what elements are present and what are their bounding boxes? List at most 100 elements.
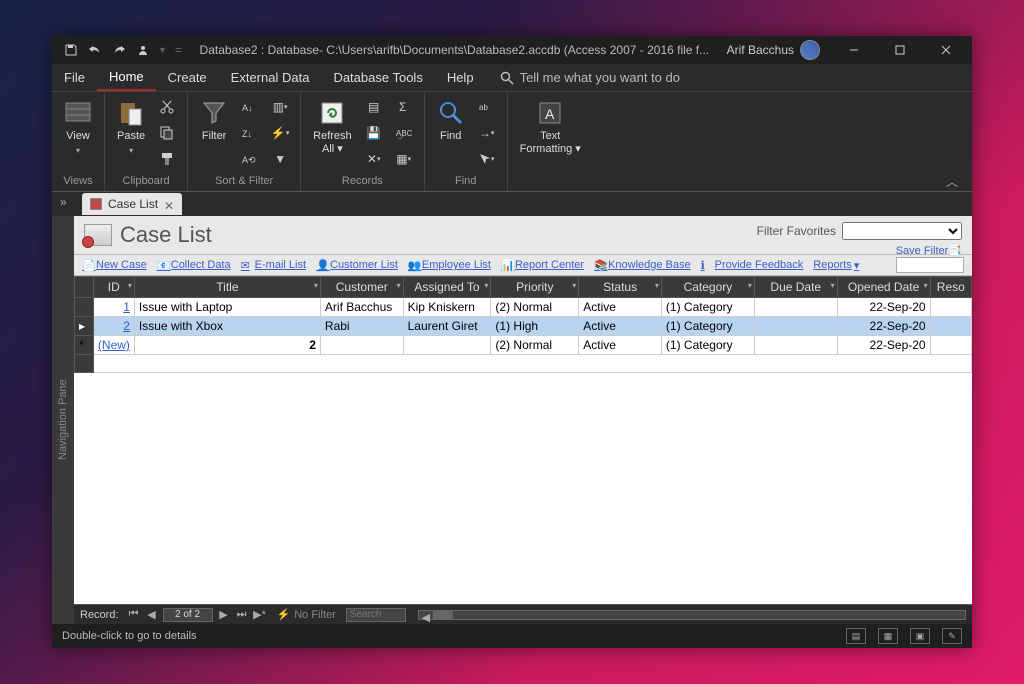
view-icon: [64, 99, 92, 127]
col-priority[interactable]: Priority▾: [491, 277, 579, 298]
collect-data-link[interactable]: 📧Collect Data: [157, 259, 231, 271]
format-painter-icon[interactable]: [155, 148, 179, 170]
refresh-icon: [318, 99, 346, 127]
ribbon: View ▾ Views Paste ▾ Clipboard: [52, 92, 972, 192]
horizontal-scrollbar[interactable]: ◀: [418, 610, 966, 620]
new-case-link[interactable]: 📄New Case: [82, 259, 147, 271]
menu-database-tools[interactable]: Database Tools: [321, 64, 434, 91]
spelling-icon[interactable]: ABC: [392, 122, 416, 144]
form-header: Case List Filter Favorites Save Filter📑: [74, 216, 972, 255]
col-assigned-to[interactable]: Assigned To▾: [403, 277, 491, 298]
table-row[interactable]: ▸ 2 Issue with Xbox Rabi Laurent Giret (…: [75, 317, 972, 336]
svg-text:A↓: A↓: [242, 103, 253, 113]
find-button[interactable]: Find: [433, 96, 469, 146]
last-record-icon[interactable]: ⏭: [235, 608, 249, 622]
col-title[interactable]: Title▾: [134, 277, 320, 298]
menu-create[interactable]: Create: [156, 64, 219, 91]
text-formatting-icon: A: [536, 99, 564, 127]
copy-icon[interactable]: [155, 122, 179, 144]
goto-icon[interactable]: →▾: [475, 122, 499, 144]
delete-record-icon[interactable]: ✕▾: [362, 148, 386, 170]
col-status[interactable]: Status▾: [579, 277, 662, 298]
view-button[interactable]: View ▾: [60, 96, 96, 158]
menu-external-data[interactable]: External Data: [219, 64, 322, 91]
search-icon: [500, 71, 514, 85]
navigation-pane[interactable]: Navigation Pane: [52, 216, 74, 624]
first-record-icon[interactable]: ⏮: [127, 608, 141, 622]
case-list-icon: [84, 224, 112, 246]
employee-list-link[interactable]: 👥Employee List: [408, 259, 491, 271]
maximize-button[interactable]: [880, 36, 920, 64]
save-icon[interactable]: [64, 43, 78, 57]
refresh-all-button[interactable]: Refresh All ▾: [309, 96, 356, 159]
layout-view-icon[interactable]: ▣: [910, 628, 930, 644]
col-opened-date[interactable]: Opened Date▾: [837, 277, 930, 298]
advanced-filter-icon[interactable]: ⚡▾: [268, 122, 292, 144]
filter-button[interactable]: Filter: [196, 96, 232, 146]
totals-icon[interactable]: Σ: [392, 96, 416, 118]
menu-home[interactable]: Home: [97, 64, 156, 91]
col-due-date[interactable]: Due Date▾: [754, 277, 837, 298]
cut-icon[interactable]: [155, 96, 179, 118]
tab-case-list[interactable]: Case List ✕: [82, 193, 182, 215]
sort-desc-icon[interactable]: Z↓: [238, 122, 262, 144]
collapse-ribbon-icon[interactable]: ︿: [946, 173, 964, 185]
form-view-icon[interactable]: ▤: [846, 628, 866, 644]
replace-icon[interactable]: ab: [475, 96, 499, 118]
knowledge-base-link[interactable]: 📚Knowledge Base: [594, 259, 691, 271]
report-center-link[interactable]: 📊Report Center: [501, 259, 584, 271]
email-list-link[interactable]: ✉E-mail List: [241, 259, 306, 271]
selection-filter-icon[interactable]: ▥▾: [268, 96, 292, 118]
expand-nav-icon[interactable]: »: [60, 195, 78, 213]
col-reso[interactable]: Reso: [930, 277, 971, 298]
tell-me-search[interactable]: Tell me what you want to do: [486, 64, 680, 91]
account-area[interactable]: Arif Bacchus: [727, 40, 828, 60]
svg-text:Σ: Σ: [399, 100, 406, 114]
form-title: Case List: [120, 222, 212, 248]
paste-button[interactable]: Paste ▾: [113, 96, 149, 158]
user-name: Arif Bacchus: [727, 43, 794, 57]
save-record-icon[interactable]: 💾: [362, 122, 386, 144]
next-record-icon[interactable]: ▶: [217, 608, 231, 622]
table-row[interactable]: 1 Issue with Laptop Arif Bacchus Kip Kni…: [75, 298, 972, 317]
record-search-input[interactable]: [346, 608, 406, 622]
svg-text:ABC: ABC: [396, 129, 412, 138]
prev-record-icon[interactable]: ◀: [145, 608, 159, 622]
data-grid[interactable]: ID▾ Title▾ Customer▾ Assigned To▾ Priori…: [74, 276, 972, 604]
close-button[interactable]: [926, 36, 966, 64]
col-category[interactable]: Category▾: [661, 277, 754, 298]
save-filter-link[interactable]: Save Filter📑: [896, 244, 962, 257]
minimize-button[interactable]: [834, 36, 874, 64]
col-id[interactable]: ID▾: [93, 277, 134, 298]
provide-feedback-link[interactable]: ℹProvide Feedback: [701, 259, 804, 271]
new-row[interactable]: * (New) 2 (2) Normal Active (1) Category…: [75, 336, 972, 355]
filter-favorites-select[interactable]: [842, 222, 962, 240]
menu-help[interactable]: Help: [435, 64, 486, 91]
menubar: File Home Create External Data Database …: [52, 64, 972, 92]
close-tab-icon[interactable]: ✕: [164, 199, 174, 209]
record-label: Record:: [80, 609, 119, 621]
sort-asc-icon[interactable]: A↓: [238, 96, 262, 118]
more-records-icon[interactable]: ▦▾: [392, 148, 416, 170]
design-view-icon[interactable]: ✎: [942, 628, 962, 644]
avatar[interactable]: [800, 40, 820, 60]
no-filter-label: No Filter: [294, 609, 336, 621]
toggle-filter-icon[interactable]: ▼: [268, 148, 292, 170]
select-icon[interactable]: ▾: [475, 148, 499, 170]
undo-icon[interactable]: [88, 43, 102, 57]
text-formatting-button[interactable]: A Text Formatting ▾: [516, 96, 585, 159]
record-position-input[interactable]: [163, 608, 213, 622]
toolbar-search-input[interactable]: [896, 257, 964, 273]
user-icon[interactable]: [136, 43, 150, 57]
clear-sort-icon[interactable]: A⟲: [238, 148, 262, 170]
customer-list-link[interactable]: 👤Customer List: [316, 259, 398, 271]
ribbon-group-records: Records: [309, 173, 416, 189]
datasheet-view-icon[interactable]: ▦: [878, 628, 898, 644]
reports-link[interactable]: Reports▾: [813, 259, 859, 272]
menu-file[interactable]: File: [52, 64, 97, 91]
new-record-icon[interactable]: ▤: [362, 96, 386, 118]
col-customer[interactable]: Customer▾: [320, 277, 403, 298]
new-record-nav-icon[interactable]: ▶*: [253, 608, 267, 622]
redo-icon[interactable]: [112, 43, 126, 57]
ribbon-group-clipboard: Clipboard: [113, 173, 179, 189]
